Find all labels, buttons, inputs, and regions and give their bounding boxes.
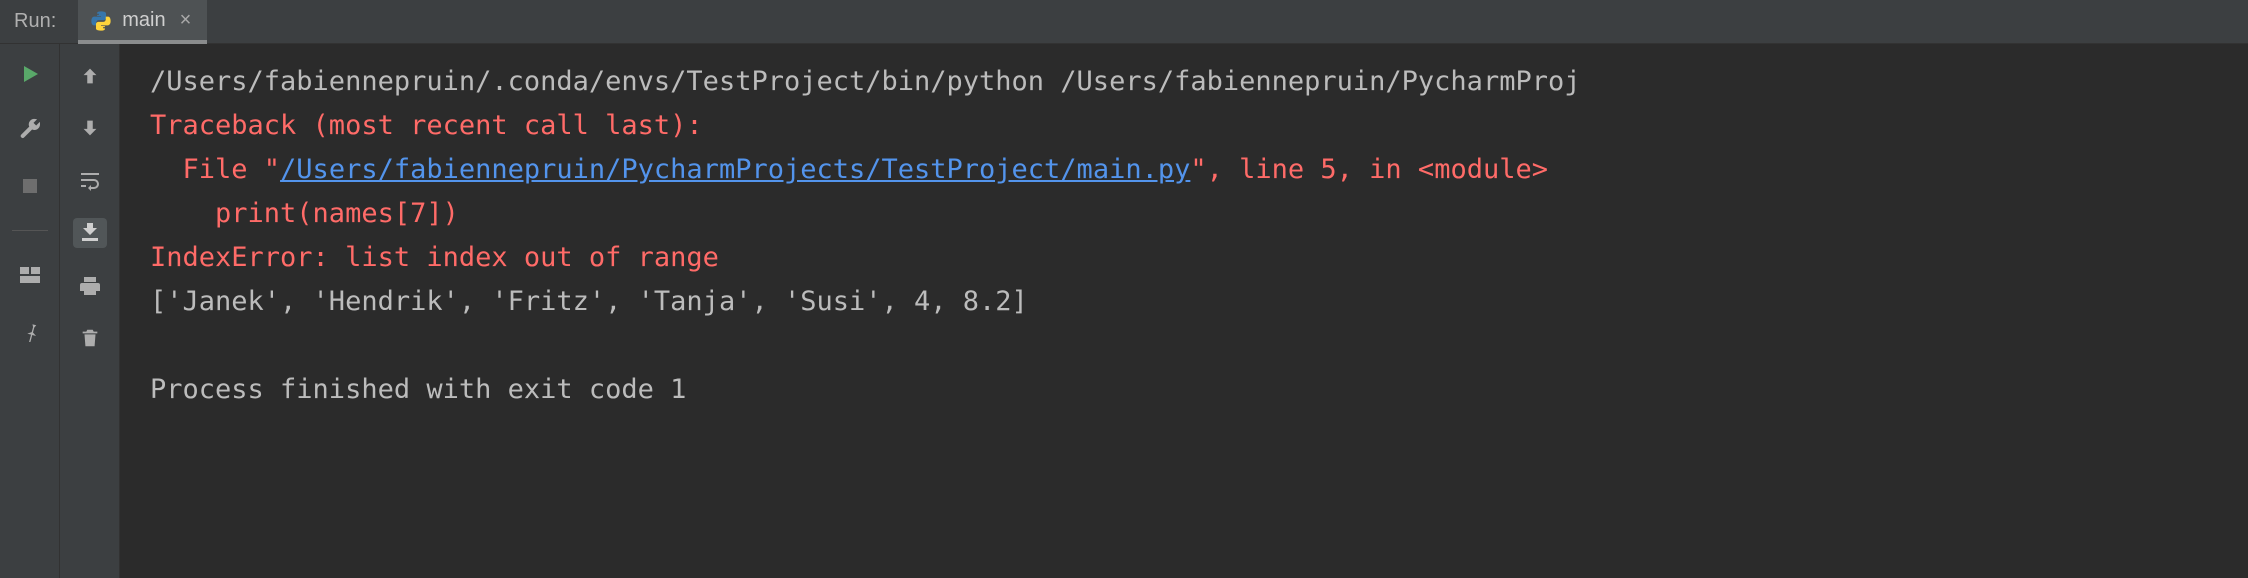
exit-code-line: Process finished with exit code 1 [150, 374, 686, 405]
trash-icon[interactable] [76, 324, 104, 352]
print-icon[interactable] [76, 272, 104, 300]
scroll-to-end-icon[interactable] [73, 218, 107, 248]
tab-label: main [122, 9, 165, 32]
traceback-file-prefix: File " [150, 154, 280, 185]
traceback-header: Traceback (most recent call last): [150, 110, 703, 141]
stop-icon[interactable] [16, 172, 44, 200]
rerun-icon[interactable] [16, 60, 44, 88]
up-arrow-icon[interactable] [76, 62, 104, 90]
down-arrow-icon[interactable] [76, 114, 104, 142]
error-line: IndexError: list index out of range [150, 242, 719, 273]
run-tab-main[interactable]: main × [78, 0, 207, 44]
run-tool-window-body: /Users/fabiennepruin/.conda/envs/TestPro… [0, 44, 2248, 578]
layout-icon[interactable] [16, 261, 44, 289]
python-file-icon [90, 10, 112, 32]
stdout-line: ['Janek', 'Hendrik', 'Fritz', 'Tanja', '… [150, 286, 1028, 317]
close-tab-icon[interactable]: × [180, 9, 192, 32]
run-tool-window-header: Run: main × [0, 0, 2248, 44]
left-toolbar-secondary [60, 44, 120, 578]
console-output[interactable]: /Users/fabiennepruin/.conda/envs/TestPro… [120, 44, 2248, 578]
run-label: Run: [14, 10, 56, 33]
traceback-code-line: print(names[7]) [150, 198, 459, 229]
traceback-file-suffix: ", line 5, in <module> [1190, 154, 1548, 185]
left-toolbar-primary [0, 44, 60, 578]
wrench-icon[interactable] [16, 116, 44, 144]
console-command-line: /Users/fabiennepruin/.conda/envs/TestPro… [150, 66, 1580, 97]
soft-wrap-icon[interactable] [76, 166, 104, 194]
pin-icon[interactable] [16, 317, 44, 345]
toolbar-separator [12, 230, 48, 231]
traceback-file-link[interactable]: /Users/fabiennepruin/PycharmProjects/Tes… [280, 154, 1190, 185]
